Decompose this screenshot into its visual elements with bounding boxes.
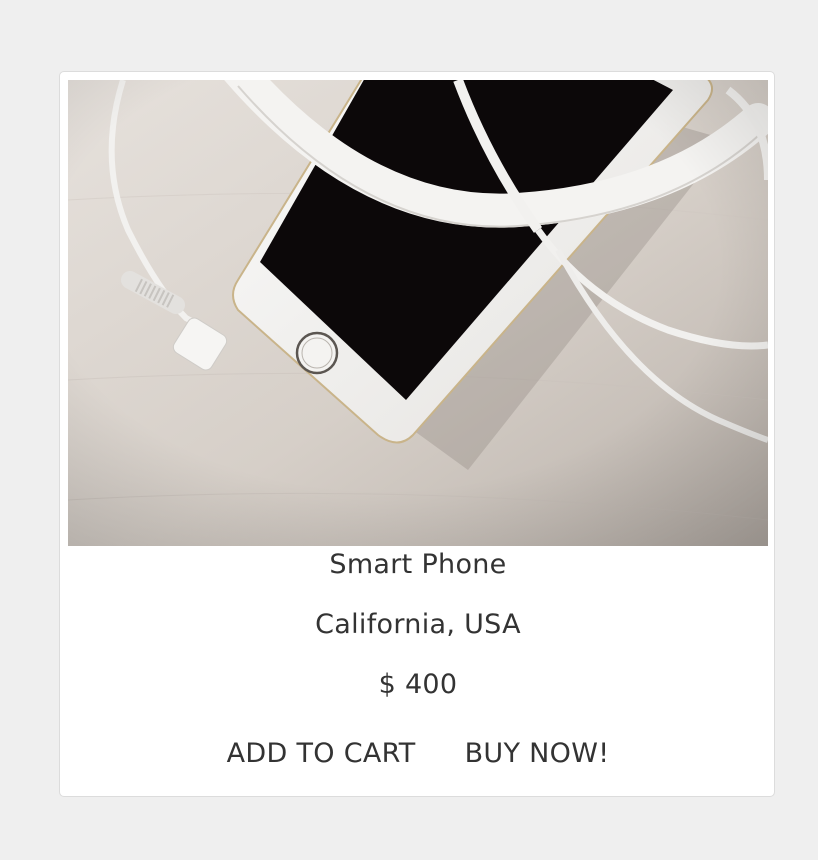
product-title: Smart Phone xyxy=(329,549,507,580)
product-card: Smart Phone California, USA $ 400 ADD TO… xyxy=(59,71,775,797)
buy-now-button[interactable]: BUY NOW! xyxy=(465,738,610,769)
product-actions: ADD TO CART BUY NOW! xyxy=(60,738,776,769)
product-image xyxy=(68,80,768,546)
product-price: $ 400 xyxy=(378,669,458,700)
add-to-cart-button[interactable]: ADD TO CART xyxy=(227,738,416,769)
product-location: California, USA xyxy=(315,609,521,640)
